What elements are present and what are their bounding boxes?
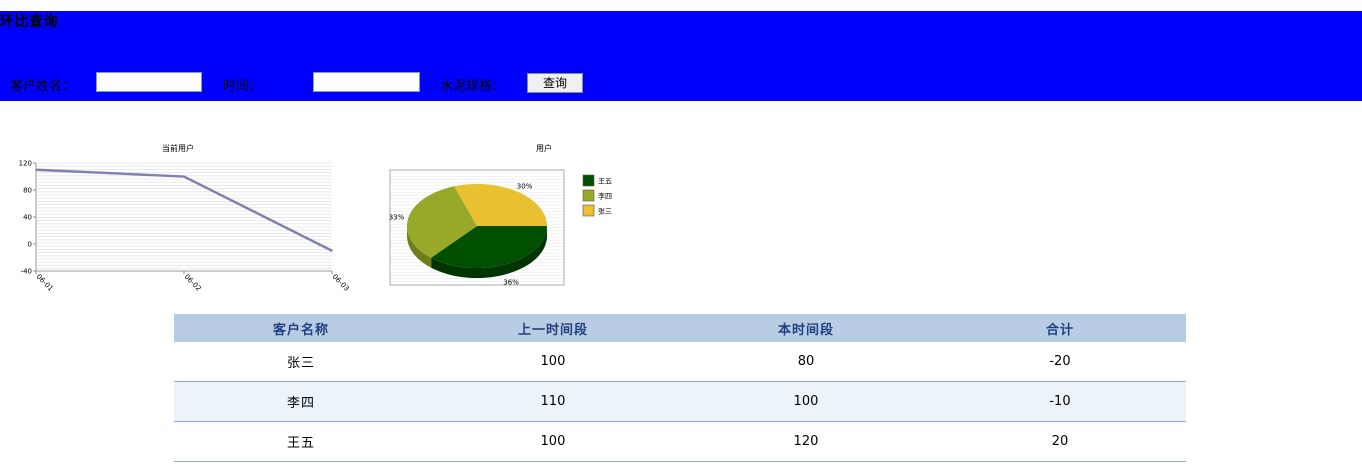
y-tick-label: 40 (23, 214, 32, 222)
customer-name-label: 客户姓名： (10, 79, 76, 94)
pie-value-label: 33% (389, 214, 405, 222)
header-total: 合计 (933, 314, 1186, 342)
cell-previous-period: 100 (427, 421, 678, 462)
cell-current-period: 120 (677, 421, 934, 462)
customer-name-input[interactable] (96, 72, 202, 92)
legend-swatch (582, 189, 595, 202)
time-input[interactable] (313, 72, 420, 92)
pie-chart: 用户 36% 33% 30% 王五李四张三 (389, 143, 612, 286)
cell-total: -10 (933, 381, 1186, 422)
y-tick-label: -40 (21, 268, 32, 276)
x-tick-label: 06-03 (331, 273, 351, 293)
legend-label: 王五 (598, 178, 612, 186)
pie-value-label: 30% (517, 182, 533, 190)
header-current-period: 本时间段 (677, 314, 934, 342)
time-label: 时间： (223, 79, 263, 94)
table-row: 李四 110 100 -10 (174, 381, 1186, 422)
legend-label: 张三 (598, 207, 612, 216)
legend-swatch (582, 204, 595, 217)
cell-previous-period: 100 (427, 342, 678, 382)
table-header-row: 客户名称 上一时间段 本时间段 合计 (174, 314, 1186, 342)
cell-current-period: 100 (677, 381, 934, 422)
pie-chart-title: 用户 (536, 143, 552, 153)
table-row: 王五 100 120 20 (174, 421, 1186, 462)
query-button[interactable]: 查询 (527, 73, 583, 93)
cement-spec-label: 水泥规格： (440, 79, 506, 94)
header-bar: 环比查询 客户姓名： 时间： 水泥规格： 查询 (0, 11, 1362, 101)
page-title: 环比查询 (0, 14, 58, 30)
table-row: 张三 100 80 -20 (174, 342, 1186, 382)
line-chart-x-axis: 06-01 06-02 06-03 (35, 271, 351, 293)
cell-total: -20 (933, 342, 1186, 382)
y-tick-label: 120 (19, 160, 32, 168)
legend-label: 李四 (598, 192, 612, 201)
y-tick-label: 80 (23, 187, 32, 195)
pie-chart-slices (407, 184, 547, 278)
y-tick-label: 0 (28, 241, 32, 249)
comparison-table: 客户名称 上一时间段 本时间段 合计 张三 100 80 -20 李四 110 … (174, 314, 1186, 462)
cell-total: 20 (933, 421, 1186, 462)
cell-previous-period: 110 (427, 381, 678, 422)
cell-customer-name: 张三 (174, 342, 428, 382)
x-tick-label: 06-01 (35, 273, 55, 293)
pie-value-label: 36% (503, 278, 519, 286)
line-chart: 当前用户 120 80 40 0 -40 06-01 06-02 06-03 (19, 143, 351, 293)
line-chart-grid (35, 162, 332, 272)
x-tick-label: 06-02 (183, 273, 203, 293)
line-chart-y-axis: 120 80 40 0 -40 (19, 160, 36, 276)
search-form: 客户姓名： 时间： 水泥规格： 查询 (0, 72, 1362, 94)
cell-customer-name: 李四 (174, 381, 428, 422)
cell-current-period: 80 (677, 342, 934, 382)
legend-swatch (582, 174, 595, 187)
comparison-table-container: 客户名称 上一时间段 本时间段 合计 张三 100 80 -20 李四 110 … (174, 314, 1186, 462)
line-chart-title: 当前用户 (162, 143, 194, 153)
header-customer-name: 客户名称 (174, 314, 428, 342)
line-data-point (331, 249, 333, 252)
line-data-point (183, 175, 185, 178)
cell-customer-name: 王五 (174, 421, 428, 462)
line-data-point (35, 168, 37, 171)
pie-chart-legend: 王五李四张三 (582, 174, 612, 217)
header-previous-period: 上一时间段 (427, 314, 678, 342)
